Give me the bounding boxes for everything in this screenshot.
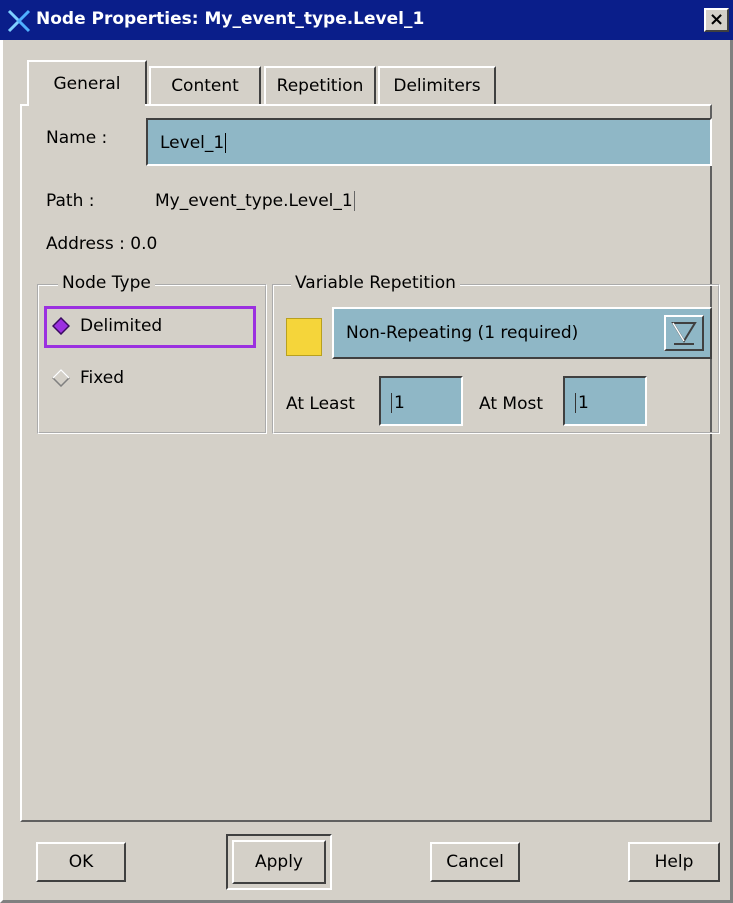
at-least-field[interactable]: 1	[379, 376, 463, 426]
at-most-field[interactable]: 1	[563, 376, 647, 426]
tab-delimiters[interactable]: Delimiters	[378, 66, 496, 104]
radio-unselected-icon	[52, 369, 70, 387]
name-value: Level_1	[160, 133, 225, 153]
cancel-button[interactable]: Cancel	[430, 842, 520, 882]
text-cursor	[225, 133, 227, 153]
tab-label: Repetition	[276, 76, 364, 96]
radio-label: Fixed	[80, 368, 125, 388]
x-logo-icon	[7, 9, 31, 33]
tab-label: General	[53, 74, 121, 94]
close-icon: ×	[708, 9, 725, 30]
address-label: Address : 0.0	[46, 234, 158, 254]
path-value: My_event_type.Level_1	[155, 191, 355, 211]
dropdown-value: Non-Repeating (1 required)	[346, 323, 579, 343]
color-swatch[interactable]	[286, 318, 322, 356]
radio-fixed[interactable]: Fixed	[52, 368, 124, 388]
tab-label: Delimiters	[393, 76, 481, 96]
at-least-value: 1	[394, 393, 405, 413]
variable-repetition-title: Variable Repetition	[291, 273, 460, 293]
close-button[interactable]: ×	[704, 8, 729, 32]
tab-label: Content	[171, 76, 239, 96]
at-most-label: At Most	[479, 394, 543, 414]
dropdown-arrow-button[interactable]	[664, 315, 704, 351]
node-type-title: Node Type	[58, 273, 155, 293]
radio-selected-icon	[52, 317, 70, 335]
at-least-label: At Least	[286, 394, 355, 414]
general-panel	[20, 104, 712, 822]
radio-label: Delimited	[80, 316, 163, 336]
chevron-down-icon	[671, 322, 697, 345]
ok-button[interactable]: OK	[36, 842, 126, 882]
tab-content[interactable]: Content	[149, 66, 261, 104]
help-button[interactable]: Help	[628, 842, 720, 882]
tab-general[interactable]: General	[27, 60, 147, 106]
path-label: Path :	[46, 191, 95, 211]
tab-repetition[interactable]: Repetition	[264, 66, 376, 104]
button-label: Cancel	[446, 852, 504, 872]
active-tab-joiner	[29, 102, 145, 108]
window-title: Node Properties: My_event_type.Level_1	[36, 9, 425, 29]
name-field[interactable]: Level_1	[146, 118, 712, 166]
radio-delimited[interactable]: Delimited	[52, 316, 162, 336]
button-label: Apply	[255, 852, 303, 872]
apply-button[interactable]: Apply	[232, 840, 326, 884]
repetition-dropdown[interactable]: Non-Repeating (1 required)	[332, 307, 712, 359]
at-most-value: 1	[578, 393, 589, 413]
name-label: Name :	[46, 128, 108, 148]
button-label: OK	[68, 852, 94, 872]
button-label: Help	[654, 852, 694, 872]
address-value: 0.0	[130, 234, 158, 254]
